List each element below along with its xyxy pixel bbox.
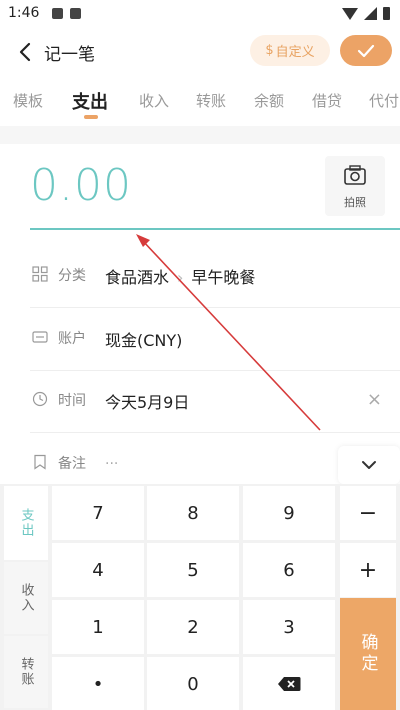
- back-button[interactable]: [16, 41, 36, 63]
- category-main: 食品酒水: [105, 268, 170, 287]
- tab-template[interactable]: 模板: [13, 90, 43, 111]
- key-1[interactable]: 1: [52, 600, 144, 654]
- keypad-tab-expense[interactable]: 支出: [4, 486, 48, 560]
- note-label: 备注: [58, 456, 86, 472]
- note-input[interactable]: ...: [105, 452, 118, 468]
- plus-key[interactable]: +: [340, 543, 396, 597]
- tab-income[interactable]: 收入: [139, 90, 169, 111]
- key-4[interactable]: 4: [52, 543, 144, 597]
- clear-time-button[interactable]: ×: [367, 389, 382, 410]
- category-sub: 早午晚餐: [191, 268, 256, 287]
- signal-icon: [364, 7, 377, 20]
- check-icon: [357, 44, 375, 57]
- tab-loan[interactable]: 借贷: [312, 90, 342, 111]
- battery-icon: [383, 7, 390, 20]
- time-row[interactable]: 时间 今天5月9日 ×: [30, 371, 400, 433]
- header: 记一笔 $ 自定义: [0, 28, 400, 76]
- amount-underline: [30, 228, 400, 230]
- tab-transfer[interactable]: 转账: [196, 90, 226, 111]
- tab-balance[interactable]: 余额: [254, 90, 284, 111]
- key-5[interactable]: 5: [147, 543, 239, 597]
- key-8[interactable]: 8: [147, 486, 239, 540]
- app-notification-icon: [70, 8, 81, 19]
- dollar-icon: $: [265, 43, 274, 58]
- wifi-icon: [342, 7, 358, 20]
- account-row[interactable]: 账户 现金(CNY): [30, 309, 400, 371]
- key-6[interactable]: 6: [243, 543, 335, 597]
- number-keypad: 支出 收入 转账 7 8 9 4 5 6 1 2 3 • 0 − + 确定: [0, 484, 400, 710]
- account-value: 现金(CNY): [105, 331, 183, 350]
- status-time: 1:46: [8, 5, 40, 21]
- chevron-left-icon: [19, 42, 31, 62]
- chevron-down-icon: [362, 461, 376, 469]
- account-label: 账户: [58, 331, 86, 347]
- chevron-right-icon: ›: [177, 268, 184, 287]
- type-tabs: 模板 支出 收入 转账 余额 借贷 代付: [0, 84, 400, 124]
- backspace-icon: [278, 677, 301, 691]
- custom-button[interactable]: $ 自定义: [250, 35, 330, 66]
- collapse-keypad-button[interactable]: [338, 446, 400, 484]
- key-9[interactable]: 9: [243, 486, 335, 540]
- backspace-button[interactable]: [243, 657, 335, 710]
- time-value: 今天5月9日: [105, 393, 190, 412]
- ok-key[interactable]: 确定: [340, 598, 396, 710]
- custom-button-label: 自定义: [275, 45, 315, 60]
- tab-expense[interactable]: 支出: [72, 88, 108, 114]
- key-2[interactable]: 2: [147, 600, 239, 654]
- bookmark-icon: [34, 454, 46, 470]
- wallet-icon: [32, 331, 48, 343]
- amount-display[interactable]: 0.00: [30, 160, 132, 211]
- minus-key[interactable]: −: [340, 486, 396, 540]
- category-row[interactable]: 分类 食品酒水 › 早午晚餐: [30, 246, 400, 308]
- key-decimal[interactable]: •: [52, 657, 144, 710]
- key-0[interactable]: 0: [147, 657, 239, 710]
- tab-indicator: [84, 115, 98, 119]
- divider: [0, 126, 400, 144]
- photo-label: 拍照: [344, 196, 366, 209]
- tab-pay-for[interactable]: 代付: [369, 90, 399, 111]
- status-bar: 1:46: [0, 0, 400, 28]
- photo-button[interactable]: 拍照: [325, 156, 385, 216]
- grid-icon: [32, 266, 48, 282]
- time-label: 时间: [58, 393, 86, 409]
- clock-icon: [32, 391, 48, 407]
- confirm-button[interactable]: [340, 35, 392, 66]
- keypad-tab-income[interactable]: 收入: [4, 562, 48, 634]
- category-label: 分类: [58, 268, 86, 284]
- page-title: 记一笔: [44, 45, 95, 65]
- key-3[interactable]: 3: [243, 600, 335, 654]
- camera-icon: [344, 165, 366, 185]
- keypad-tab-transfer[interactable]: 转账: [4, 636, 48, 708]
- key-7[interactable]: 7: [52, 486, 144, 540]
- category-value: 食品酒水 › 早午晚餐: [105, 264, 255, 288]
- status-indicators: [342, 7, 390, 20]
- gallery-icon: [52, 8, 63, 19]
